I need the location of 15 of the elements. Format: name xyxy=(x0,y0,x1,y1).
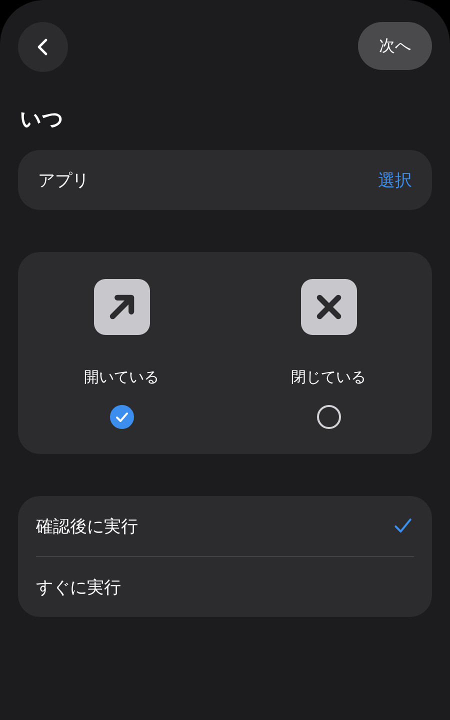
radio-button[interactable] xyxy=(316,405,340,429)
next-button[interactable]: 次へ xyxy=(358,22,432,70)
state-label: 開いている xyxy=(84,367,159,388)
select-link[interactable]: 選択 xyxy=(378,168,412,192)
option-label: 確認後に実行 xyxy=(36,516,138,538)
option-label: すぐに実行 xyxy=(36,576,121,598)
option-row[interactable]: すぐに実行 xyxy=(36,557,414,617)
app-row[interactable]: アプリ 選択 xyxy=(18,150,432,210)
back-button[interactable] xyxy=(18,22,68,72)
radio-button[interactable] xyxy=(110,405,134,429)
option-row[interactable]: 確認後に実行 xyxy=(36,496,414,556)
app-label: アプリ xyxy=(38,170,89,192)
section-title: いつ xyxy=(20,106,65,133)
state-label: 閉じている xyxy=(291,367,366,388)
x-icon xyxy=(300,279,356,335)
